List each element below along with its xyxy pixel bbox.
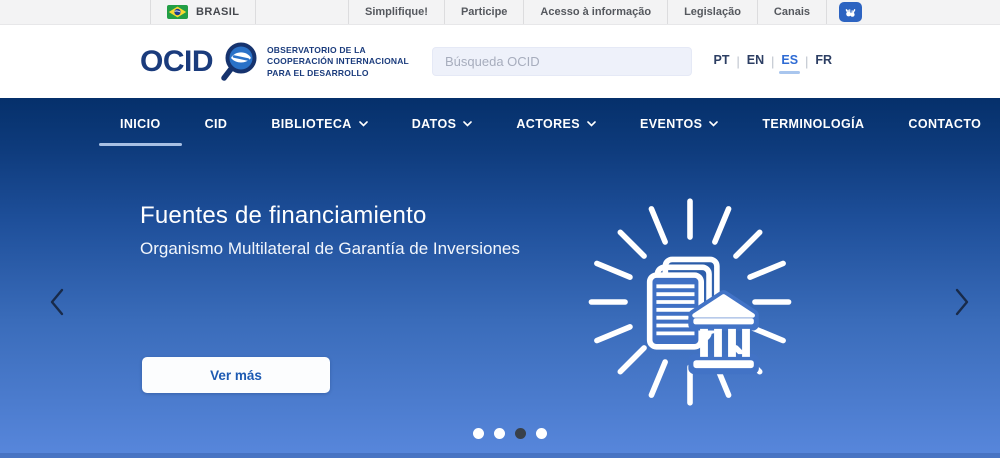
- chevron-left-icon: [49, 288, 65, 316]
- logo-name: OBSERVATORIO DE LA COOPERACIÓN INTERNACI…: [267, 45, 409, 78]
- lang-en[interactable]: EN: [747, 53, 764, 70]
- chevron-right-icon: [954, 288, 970, 316]
- hero-section: INICIO CID BIBLIOTECA DATOS ACTORES EVEN…: [0, 98, 1000, 458]
- gov-brand-label: BRASIL: [196, 6, 239, 18]
- nav-item-datos[interactable]: DATOS: [412, 117, 473, 131]
- carousel-prev-button[interactable]: [43, 284, 71, 320]
- main-nav: INICIO CID BIBLIOTECA DATOS ACTORES EVEN…: [120, 98, 981, 150]
- language-switcher: PT | EN | ES | FR: [714, 53, 832, 70]
- chevron-down-icon: [463, 121, 472, 127]
- lang-separator: |: [805, 55, 808, 69]
- gov-link-canais[interactable]: Canais: [757, 0, 826, 24]
- gov-link-acesso-informacao[interactable]: Acesso à informação: [523, 0, 667, 24]
- bank-building-icon: [693, 296, 753, 368]
- gov-brand-link[interactable]: BRASIL: [150, 0, 256, 24]
- gov-accessibility-area: [826, 0, 862, 24]
- gov-link-legislacao[interactable]: Legislação: [667, 0, 757, 24]
- gov-link-simplifique[interactable]: Simplifique!: [348, 0, 444, 24]
- ver-mas-button[interactable]: Ver más: [142, 357, 330, 393]
- nav-item-biblioteca[interactable]: BIBLIOTECA: [271, 117, 367, 131]
- nav-item-terminologia[interactable]: TERMINOLOGÍA: [762, 117, 864, 131]
- chevron-down-icon: [587, 121, 596, 127]
- vlibras-hands-icon[interactable]: [839, 2, 862, 22]
- nav-item-contacto[interactable]: CONTACTO: [908, 117, 981, 131]
- carousel-dot-2[interactable]: [494, 428, 505, 439]
- carousel-next-button[interactable]: [948, 284, 976, 320]
- nav-item-cid[interactable]: CID: [205, 117, 228, 131]
- gov-top-bar: BRASIL Simplifique! Participe Acesso à i…: [0, 0, 1000, 25]
- lang-separator: |: [737, 55, 740, 69]
- carousel-dot-3-active[interactable]: [515, 428, 526, 439]
- ocid-logo[interactable]: OCID OBSERVATORIO DE LA COOPERACIÓN INTE…: [140, 39, 409, 85]
- hero-title: Fuentes de financiamiento: [140, 202, 427, 230]
- lang-separator: |: [771, 55, 774, 69]
- lang-fr[interactable]: FR: [815, 53, 832, 70]
- magnifier-globe-icon: [219, 39, 261, 85]
- documents-and-bank-sunburst-icon: [578, 190, 802, 414]
- lang-pt[interactable]: PT: [714, 53, 730, 70]
- carousel-dot-4[interactable]: [536, 428, 547, 439]
- carousel-dot-1[interactable]: [473, 428, 484, 439]
- lang-es-active[interactable]: ES: [781, 53, 798, 70]
- logo-acronym: OCID: [140, 45, 213, 79]
- nav-item-eventos[interactable]: EVENTOS: [640, 117, 718, 131]
- nav-item-actores[interactable]: ACTORES: [516, 117, 596, 131]
- chevron-down-icon: [359, 121, 368, 127]
- gov-link-participe[interactable]: Participe: [444, 0, 523, 24]
- carousel-dots: [0, 428, 1000, 439]
- hero-subtitle: Organismo Multilateral de Garantía de In…: [140, 239, 520, 259]
- gov-links: Simplifique! Participe Acesso à informaç…: [348, 0, 862, 24]
- brazil-flag-icon: [167, 5, 188, 19]
- gov-brand-area: BRASIL: [150, 0, 256, 24]
- chevron-down-icon: [709, 121, 718, 127]
- ocid-homepage: BRASIL Simplifique! Participe Acesso à i…: [0, 0, 1000, 458]
- search-input[interactable]: [432, 47, 692, 76]
- site-header: OCID OBSERVATORIO DE LA COOPERACIÓN INTE…: [0, 25, 1000, 98]
- nav-item-inicio[interactable]: INICIO: [120, 117, 161, 131]
